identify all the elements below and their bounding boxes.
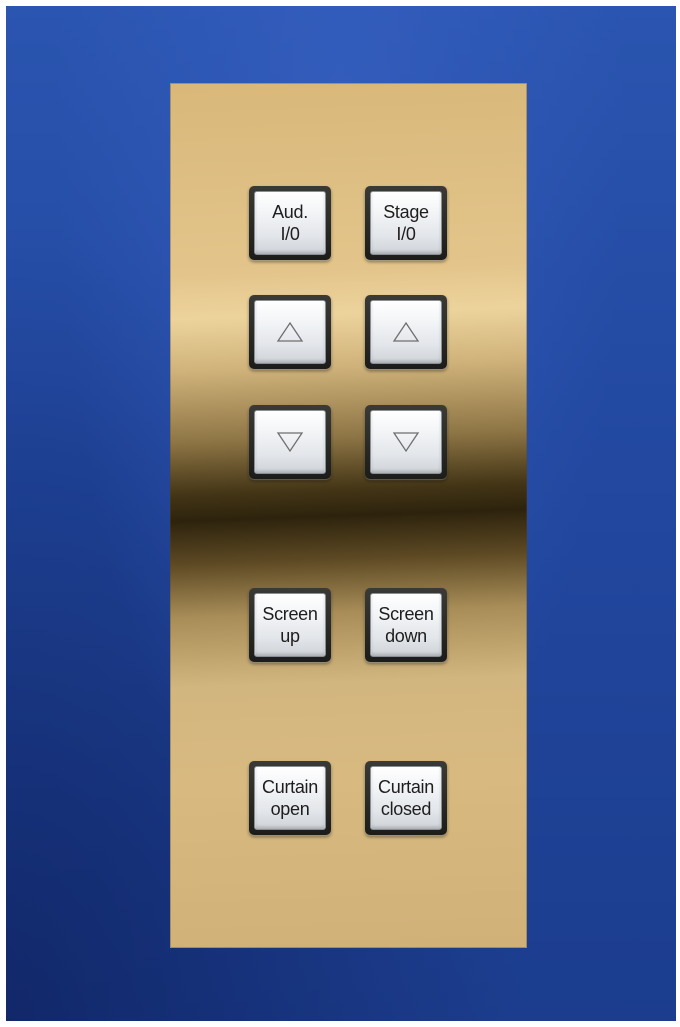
curtain-closed-button[interactable]: Curtain closed <box>365 761 447 835</box>
curtain-open-label-line2: open <box>270 799 310 819</box>
stage-up-button-face <box>370 300 442 364</box>
aud-io-label-line2: I/0 <box>280 224 300 244</box>
screen-down-button-face: Screen down <box>370 593 442 657</box>
curtain-closed-label-line1: Curtain <box>378 777 434 797</box>
screen-down-label-line2: down <box>385 626 427 646</box>
aud-io-button-face: Aud. I/0 <box>254 191 326 255</box>
screen-up-button[interactable]: Screen up <box>249 588 331 662</box>
up-triangle-icon <box>276 321 304 342</box>
screen-up-button-face: Screen up <box>254 593 326 657</box>
curtain-open-label: Curtain open <box>262 776 318 820</box>
screen-up-label: Screen up <box>262 603 318 647</box>
screen-down-button[interactable]: Screen down <box>365 588 447 662</box>
control-panel-plate: Aud. I/0 Stage I/0 Screen up Screen down… <box>170 83 527 948</box>
down-triangle-icon <box>276 432 304 453</box>
screen-down-label-line1: Screen <box>378 604 434 624</box>
stage-io-label: Stage I/0 <box>383 201 429 245</box>
stage-io-label-line2: I/0 <box>396 224 416 244</box>
aud-io-button[interactable]: Aud. I/0 <box>249 186 331 260</box>
aud-io-label-line1: Aud. <box>272 202 308 222</box>
stage-up-button[interactable] <box>365 295 447 369</box>
curtain-open-button-face: Curtain open <box>254 766 326 830</box>
aud-down-button[interactable] <box>249 405 331 479</box>
stage-down-button-face <box>370 410 442 474</box>
aud-io-label: Aud. I/0 <box>272 201 308 245</box>
stage-io-label-line1: Stage <box>383 202 429 222</box>
up-triangle-icon <box>392 321 420 342</box>
down-triangle-icon <box>392 432 420 453</box>
aud-up-button[interactable] <box>249 295 331 369</box>
curtain-open-button[interactable]: Curtain open <box>249 761 331 835</box>
stage-io-button-face: Stage I/0 <box>370 191 442 255</box>
curtain-closed-button-face: Curtain closed <box>370 766 442 830</box>
curtain-open-label-line1: Curtain <box>262 777 318 797</box>
aud-up-button-face <box>254 300 326 364</box>
curtain-closed-label-line2: closed <box>380 799 432 819</box>
stage-down-button[interactable] <box>365 405 447 479</box>
stage-io-button[interactable]: Stage I/0 <box>365 186 447 260</box>
screen-up-label-line1: Screen <box>262 604 318 624</box>
aud-down-button-face <box>254 410 326 474</box>
curtain-closed-label: Curtain closed <box>378 776 434 820</box>
screen-down-label: Screen down <box>378 603 434 647</box>
screen-up-label-line2: up <box>280 626 300 646</box>
